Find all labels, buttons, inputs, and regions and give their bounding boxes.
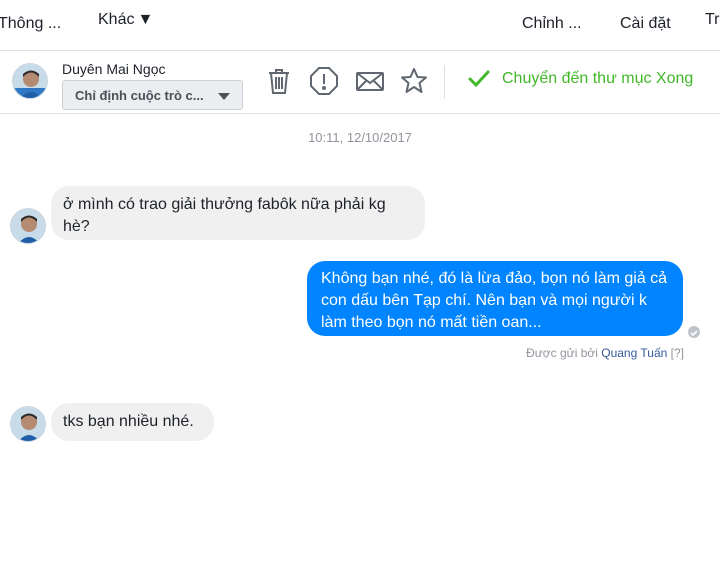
trash-icon[interactable] (263, 65, 295, 97)
alert-icon[interactable] (308, 65, 340, 97)
nav-item-info[interactable]: Thông ... (0, 15, 61, 33)
person-avatar-icon (11, 407, 45, 441)
sent-by-help-link[interactable]: [?] (671, 346, 684, 360)
message-bubble-outgoing: Không bạn nhé, đó là lừa đảo, bọn nó làm… (307, 261, 683, 336)
header-divider (444, 65, 445, 99)
sent-by-name[interactable]: Quang Tuấn (601, 346, 667, 360)
nav-item-truncated[interactable]: Tr (705, 11, 720, 29)
dropdown-arrow-icon (218, 93, 230, 100)
nav-item-more[interactable]: Khác ▼ (98, 11, 153, 29)
message-bubble-incoming: tks bạn nhiều nhé. (51, 403, 214, 441)
conversation-header: Duyên Mai Ngọc Chỉ định cuộc trò c... Ch… (0, 51, 720, 114)
message-bubble-incoming: ở mình có trao giải thưởng fabôk nữa phả… (51, 186, 425, 240)
nav-item-edit[interactable]: Chỉnh ... (522, 15, 582, 33)
assign-conversation-dropdown[interactable]: Chỉ định cuộc trò c... (62, 80, 243, 110)
sent-by-note: Được gửi bởi Quang Tuấn [?] (526, 346, 684, 360)
move-to-done-label: Chuyển đến thư mục Xong (502, 70, 694, 87)
assign-label: Chỉ định cuộc trò c... (75, 88, 204, 103)
mail-icon[interactable] (354, 65, 386, 97)
person-avatar-icon (13, 64, 47, 98)
nav-item-settings[interactable]: Cài đặt (620, 15, 671, 33)
star-icon[interactable] (398, 65, 430, 97)
contact-name[interactable]: Duyên Mai Ngọc (62, 61, 166, 77)
check-icon (468, 70, 490, 88)
person-avatar-icon (11, 209, 45, 243)
conversation-timestamp: 10:11, 12/10/2017 (308, 130, 412, 145)
caret-down-icon: ▼ (137, 11, 154, 28)
sender-avatar[interactable] (10, 406, 46, 442)
delivered-icon (688, 326, 700, 338)
top-nav: Thông ... Khác ▼ Chỉnh ... Cài đặt Tr (0, 0, 720, 51)
sent-by-prefix: Được gửi bởi (526, 346, 598, 360)
contact-avatar[interactable] (12, 63, 48, 99)
sender-avatar[interactable] (10, 208, 46, 244)
nav-item-more-label: Khác (98, 11, 135, 28)
